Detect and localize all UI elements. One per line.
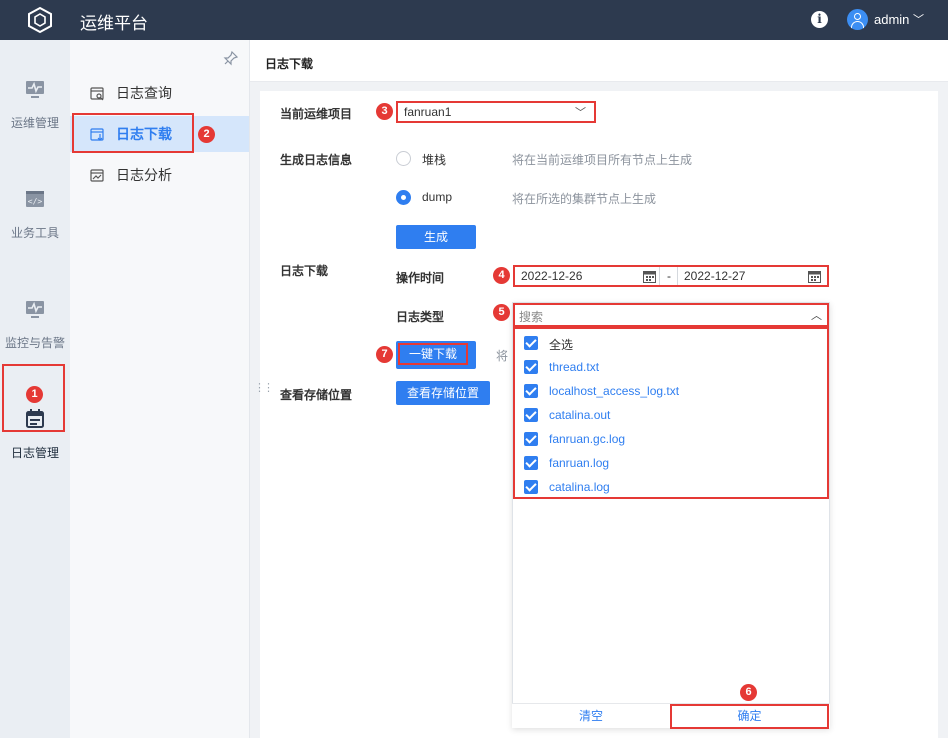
project-select[interactable]: fanruan1 ﹀ bbox=[396, 101, 596, 123]
project-label: 当前运维项目 bbox=[280, 107, 353, 121]
monitor-pulse-icon bbox=[26, 81, 44, 98]
calendar-icon[interactable] bbox=[808, 270, 821, 283]
radio-dump[interactable] bbox=[396, 190, 411, 205]
op-time-label: 操作时间 bbox=[396, 271, 445, 285]
chevron-down-icon[interactable]: ﹀ bbox=[913, 11, 924, 27]
step-badge: 3 bbox=[376, 103, 393, 120]
top-bar: 运维平台 i admin ﹀ bbox=[0, 0, 948, 40]
page-title: 日志下载 bbox=[250, 40, 948, 82]
checkbox-checked-icon[interactable] bbox=[524, 384, 538, 398]
step-badge: 7 bbox=[376, 346, 393, 363]
monitor-alert-icon bbox=[26, 301, 44, 318]
subnav-item-log-query[interactable]: 日志查询 bbox=[70, 75, 249, 111]
gen-label: 生成日志信息 bbox=[280, 153, 353, 167]
date-start-input[interactable]: 2022-12-26 bbox=[521, 269, 582, 283]
step-badge: 2 bbox=[198, 126, 215, 143]
search-placeholder: 搜索 bbox=[519, 310, 544, 324]
subnav-item-log-analysis[interactable]: 日志分析 bbox=[70, 157, 249, 193]
view-storage-button[interactable]: 查看存储位置 bbox=[396, 381, 490, 405]
project-select-value: fanruan1 bbox=[404, 105, 452, 119]
dropdown-footer: 清空 确定 bbox=[512, 703, 830, 729]
download-hint: 将 bbox=[496, 349, 509, 363]
subnav-item-label: 日志分析 bbox=[116, 167, 172, 183]
step-badge: 1 bbox=[26, 386, 43, 403]
clear-button[interactable]: 清空 bbox=[512, 704, 670, 729]
chevron-up-icon[interactable]: ︿ bbox=[811, 307, 822, 323]
log-analysis-icon bbox=[90, 169, 104, 182]
log-type-search-input[interactable]: 搜索 ︿ bbox=[513, 303, 829, 327]
pin-icon[interactable] bbox=[223, 50, 239, 66]
username[interactable]: admin bbox=[874, 12, 909, 27]
splitter-handle[interactable]: ⋮⋮ bbox=[254, 381, 274, 394]
checkbox-checked-icon[interactable] bbox=[524, 336, 538, 350]
info-icon[interactable]: i bbox=[811, 11, 828, 28]
log-search-icon bbox=[90, 87, 104, 101]
subnav-item-label: 日志查询 bbox=[116, 85, 172, 101]
rail-item-label: 运维管理 bbox=[10, 116, 59, 130]
step-badge: 4 bbox=[493, 267, 510, 284]
checkbox-checked-icon[interactable] bbox=[524, 360, 538, 374]
step-badge: 5 bbox=[493, 304, 510, 321]
checkbox-checked-icon[interactable] bbox=[524, 408, 538, 422]
storage-label: 查看存储位置 bbox=[280, 388, 353, 402]
confirm-button[interactable]: 确定 bbox=[670, 704, 829, 729]
download-label: 日志下载 bbox=[280, 264, 329, 278]
step-badge: 6 bbox=[740, 684, 757, 701]
highlight-box bbox=[72, 113, 194, 153]
cube-logo-icon bbox=[28, 6, 52, 34]
download-all-label: 一键下载 bbox=[398, 343, 468, 365]
generate-button[interactable]: 生成 bbox=[396, 225, 476, 249]
checkbox-checked-icon[interactable] bbox=[524, 432, 538, 446]
rail-item-label: 日志管理 bbox=[10, 446, 59, 460]
date-separator: - bbox=[667, 269, 671, 283]
radio-dump-label: dump bbox=[422, 190, 453, 204]
radio-stack[interactable] bbox=[396, 151, 411, 166]
rail-item-tools[interactable]: </> 业务工具 bbox=[0, 188, 70, 241]
app-title: 运维平台 bbox=[80, 14, 148, 33]
checkbox-checked-icon[interactable] bbox=[524, 456, 538, 470]
svg-text:</>: </> bbox=[28, 197, 43, 206]
user-avatar-icon[interactable] bbox=[847, 9, 868, 30]
date-end-input[interactable]: 2022-12-27 bbox=[684, 269, 745, 283]
log-type-label: 日志类型 bbox=[396, 310, 445, 324]
checkbox-checked-icon[interactable] bbox=[524, 480, 538, 494]
calendar-icon[interactable] bbox=[643, 270, 656, 283]
download-all-button[interactable]: 一键下载 bbox=[396, 341, 476, 369]
rail-item-label: 业务工具 bbox=[10, 226, 59, 240]
date-range-picker[interactable]: 2022-12-26 - 2022-12-27 bbox=[513, 265, 829, 287]
code-window-icon: </> bbox=[26, 191, 44, 207]
chevron-down-icon: ﹀ bbox=[575, 107, 586, 119]
rail-item-label: 监控与告警 bbox=[4, 336, 65, 350]
radio-stack-hint: 将在当前运维项目所有节点上生成 bbox=[512, 153, 693, 167]
rail-item-monitor[interactable]: 监控与告警 bbox=[0, 298, 70, 351]
radio-dump-hint: 将在所选的集群节点上生成 bbox=[512, 192, 657, 206]
rail-item-ops[interactable]: 运维管理 bbox=[0, 78, 70, 131]
radio-stack-label: 堆栈 bbox=[422, 153, 447, 167]
